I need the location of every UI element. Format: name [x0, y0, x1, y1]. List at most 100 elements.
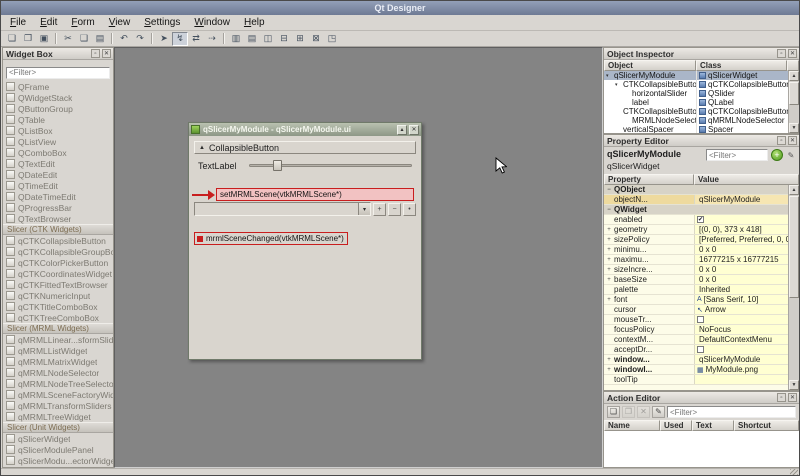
separator[interactable]: | — [150, 32, 154, 46]
property-value[interactable] — [694, 315, 788, 324]
scroll-down-icon[interactable]: ▼ — [789, 380, 799, 390]
signal-highlight[interactable]: mrmlSceneChanged(vtkMRMLScene*) — [194, 232, 348, 245]
object-tree-row[interactable]: MRMLNodeSelector qMRMLNodeSelector — [604, 116, 788, 125]
menu-item[interactable]: Form — [64, 16, 101, 29]
expand-icon[interactable]: + — [604, 225, 614, 234]
close-icon[interactable]: ✕ — [788, 136, 797, 145]
property-row[interactable]: palette Inherited — [604, 285, 788, 295]
property-row[interactable]: acceptDr... — [604, 345, 788, 355]
break-layout-button[interactable]: ⊠ — [308, 32, 324, 46]
property-value[interactable]: DefaultContextMenu — [694, 335, 788, 344]
column-header-name[interactable]: Name — [604, 420, 660, 431]
widget-box-item[interactable]: qSlicerModulePanel — [3, 444, 113, 455]
property-row[interactable]: cursor ↖ Arrow — [604, 305, 788, 315]
property-value[interactable]: ↖ Arrow — [694, 305, 788, 314]
open-form-button[interactable]: ❐ — [20, 32, 36, 46]
property-row[interactable]: + font A [Sans Serif, 10] — [604, 295, 788, 305]
widget-box-item[interactable]: QProgressBar — [3, 202, 113, 213]
property-value[interactable]: 0 x 0 — [694, 275, 788, 284]
property-value[interactable]: [Preferred, Preferred, 0, 0] — [694, 235, 788, 244]
property-value[interactable]: 0 x 0 — [694, 245, 788, 254]
slider-handle[interactable] — [273, 160, 283, 171]
widget-box-section-header[interactable]: Slicer (MRML Widgets) — [3, 323, 113, 334]
paste-button[interactable]: ▤ — [92, 32, 108, 46]
collapsible-button[interactable]: ▲ CollapsibleButton — [194, 141, 416, 154]
expand-icon[interactable]: + — [604, 255, 614, 264]
widget-box-section-header[interactable]: Slicer (CTK Widgets) — [3, 224, 113, 235]
combobox-arrow-icon[interactable]: ▾ — [358, 203, 370, 215]
widget-box-item[interactable]: qCTKTreeComboBox — [3, 312, 113, 323]
widget-box-item[interactable]: qMRMLListWidget — [3, 345, 113, 356]
property-row[interactable]: + minimu... 0 x 0 — [604, 245, 788, 255]
property-value[interactable]: Inherited — [694, 285, 788, 294]
widget-box-item[interactable]: QTable — [3, 114, 113, 125]
property-filter-input[interactable] — [706, 149, 768, 161]
shade-button[interactable]: ▴ — [397, 124, 407, 135]
expand-icon[interactable] — [604, 375, 614, 384]
column-header-shortcut[interactable]: Shortcut — [734, 420, 799, 431]
widget-box-section-header[interactable]: Slicer (Unit Widgets) — [3, 422, 113, 433]
expand-icon[interactable] — [604, 325, 614, 334]
property-row[interactable]: + windowI... ▦ MyModule.png — [604, 365, 788, 375]
column-header-class[interactable]: Class — [696, 60, 787, 71]
scroll-track[interactable] — [789, 81, 799, 123]
resize-grip-icon[interactable] — [790, 469, 798, 475]
node-combobox[interactable]: ▾ — [194, 202, 371, 216]
checkbox[interactable] — [697, 316, 704, 323]
widget-filter-input[interactable] — [6, 66, 110, 79]
object-tree-row[interactable]: verticalSpacer Spacer — [604, 125, 788, 133]
property-row[interactable]: objectN... qSlicerMyModule — [604, 195, 788, 205]
copy-button[interactable]: ❑ — [76, 32, 92, 46]
new-action-button[interactable]: ❏ — [607, 406, 620, 418]
delete-action-button[interactable]: ✕ — [637, 406, 650, 418]
widget-box-item[interactable]: QTimeEdit — [3, 180, 113, 191]
layout-split-horizontal-button[interactable]: ◫ — [260, 32, 276, 46]
checkbox[interactable] — [697, 346, 704, 353]
property-row[interactable]: + sizePolicy [Preferred, Preferred, 0, 0… — [604, 235, 788, 245]
property-row[interactable]: enabled ✔ — [604, 215, 788, 225]
add-dynamic-property-button[interactable]: + — [771, 149, 783, 161]
menu-item[interactable]: File — [3, 16, 33, 29]
edit-tab-order-button[interactable]: ⇢ — [204, 32, 220, 46]
expand-icon[interactable]: + — [604, 365, 614, 374]
menu-item[interactable]: Window — [187, 16, 237, 29]
horizontal-slider[interactable] — [249, 159, 412, 171]
property-row[interactable]: toolTip — [604, 375, 788, 385]
property-value[interactable]: ▦ MyModule.png — [694, 365, 788, 374]
column-header-used[interactable]: Used — [660, 420, 692, 431]
expand-icon[interactable]: + — [604, 355, 614, 364]
scroll-down-icon[interactable]: ▼ — [789, 123, 799, 133]
layout-horizontal-button[interactable]: ▥ — [228, 32, 244, 46]
widget-box-item[interactable]: QButtonGroup — [3, 103, 113, 114]
expand-icon[interactable] — [604, 335, 614, 344]
property-row[interactable]: + maximu... 16777215 x 16777215 — [604, 255, 788, 265]
column-header-text[interactable]: Text — [692, 420, 734, 431]
redo-button[interactable]: ↷ — [132, 32, 148, 46]
property-value[interactable]: A [Sans Serif, 10] — [694, 295, 788, 304]
layout-split-vertical-button[interactable]: ⊟ — [276, 32, 292, 46]
widget-box-item[interactable]: QListBox — [3, 125, 113, 136]
widget-box-item[interactable]: QDateTimeEdit — [3, 191, 113, 202]
expand-icon[interactable]: + — [604, 265, 614, 274]
widget-box-item[interactable]: QFrame — [3, 81, 113, 92]
close-button[interactable]: ✕ — [409, 124, 419, 135]
object-tree-row[interactable]: CTKCollapsibleButton_2 qCTKCollapsibleBu… — [604, 107, 788, 116]
expand-icon[interactable] — [604, 315, 614, 324]
separator[interactable]: | — [222, 32, 226, 46]
node-edit-button[interactable]: • — [403, 202, 416, 216]
expand-icon[interactable] — [604, 345, 614, 354]
edit-buddies-button[interactable]: ⇄ — [188, 32, 204, 46]
widget-box-item[interactable]: qMRMLSceneFactoryWidget — [3, 389, 113, 400]
menu-item[interactable]: View — [102, 16, 138, 29]
close-icon[interactable]: ✕ — [102, 49, 111, 58]
object-inspector-scrollbar[interactable]: ▲ ▼ — [788, 71, 799, 133]
action-list[interactable] — [604, 431, 799, 467]
action-filter-input[interactable] — [667, 406, 796, 418]
property-row[interactable]: + baseSize 0 x 0 — [604, 275, 788, 285]
widget-box-item[interactable]: qSlicerWidget — [3, 433, 113, 444]
scroll-track[interactable] — [789, 195, 799, 380]
property-row[interactable]: − QObject — [604, 185, 788, 195]
scroll-up-icon[interactable]: ▲ — [789, 71, 799, 81]
close-icon[interactable]: ✕ — [788, 49, 797, 58]
property-value[interactable]: qSlicerMyModule — [694, 355, 788, 364]
